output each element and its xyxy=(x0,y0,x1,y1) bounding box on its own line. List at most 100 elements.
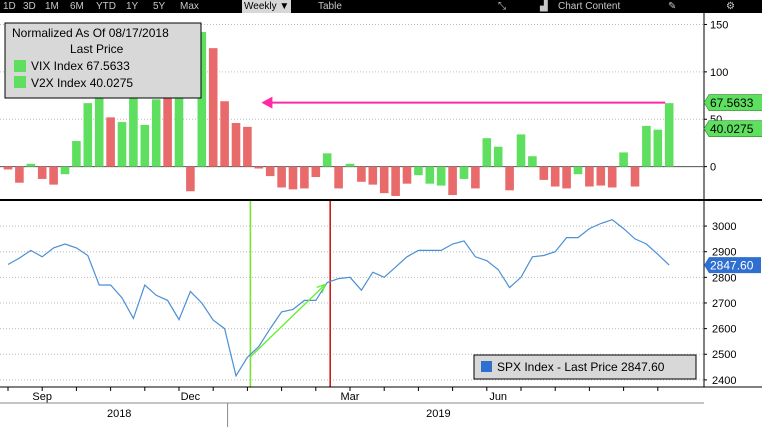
volatility-bar xyxy=(505,166,514,191)
volatility-bar xyxy=(642,125,651,167)
volatility-bar xyxy=(334,166,343,189)
volatility-bar xyxy=(106,117,115,167)
range-6m-button[interactable]: 6M xyxy=(70,0,84,13)
volatility-bar xyxy=(231,123,241,167)
x-month-label: Sep xyxy=(32,391,52,403)
edit-icon[interactable]: ✎ xyxy=(668,0,676,13)
x-year-label: 2018 xyxy=(107,408,131,420)
volatility-bar xyxy=(26,163,36,167)
x-year-label: 2019 xyxy=(426,408,450,420)
volatility-bar xyxy=(425,166,435,184)
volatility-bar xyxy=(653,129,663,167)
volatility-panel: 05010015067.563340.0275Normalized As Of … xyxy=(0,13,762,201)
volatility-bar xyxy=(459,166,469,179)
volatility-bar xyxy=(596,166,606,186)
volatility-bar xyxy=(482,138,492,167)
volatility-bar xyxy=(402,166,412,184)
top-y-tick-label: 150 xyxy=(710,19,728,31)
volatility-bar xyxy=(186,166,195,192)
spx-legend-text: SPX Index - Last Price 2847.60 xyxy=(497,360,665,374)
bottom-y-tick-label: 2800 xyxy=(712,272,736,284)
volatility-bar xyxy=(277,166,286,188)
spx-last-label-text: 2847.60 xyxy=(710,259,754,273)
volatility-bar xyxy=(664,103,674,167)
legend-title: Normalized As Of 08/17/2018 xyxy=(12,26,169,40)
volatility-bar xyxy=(151,99,161,167)
bottom-y-tick-label: 2400 xyxy=(712,375,736,387)
volatility-bar xyxy=(357,166,366,182)
chart-canvas: 05010015067.563340.0275Normalized As Of … xyxy=(0,13,762,427)
volatility-bar xyxy=(391,166,400,196)
top-y-tick-label: 100 xyxy=(710,67,728,79)
x-month-label: Jun xyxy=(489,391,507,403)
volatility-bar xyxy=(288,166,298,190)
volatility-bar xyxy=(619,152,628,167)
volatility-bar xyxy=(630,166,640,187)
bottom-y-tick-label: 3000 xyxy=(712,221,736,233)
range-max-button[interactable]: Max xyxy=(180,0,199,13)
volatility-bar xyxy=(243,126,252,167)
volatility-bar xyxy=(72,141,81,167)
volatility-bar xyxy=(60,166,70,175)
volatility-bar xyxy=(220,101,229,167)
legend-swatch-vix xyxy=(14,60,26,72)
legend-v2x: V2X Index 40.0275 xyxy=(31,76,133,90)
volatility-bar xyxy=(311,166,321,178)
volatility-bar xyxy=(83,103,93,167)
volatility-bar xyxy=(345,163,355,167)
volatility-bar xyxy=(493,146,503,167)
volatility-bar xyxy=(15,166,24,183)
value-label-text: 67.5633 xyxy=(710,96,754,110)
value-label-text: 40.0275 xyxy=(710,122,754,136)
volatility-bar xyxy=(300,166,309,189)
volatility-bar xyxy=(37,166,47,179)
range-1d-button[interactable]: 1D xyxy=(3,0,16,13)
volatility-bar xyxy=(562,166,571,189)
legend-swatch-v2x xyxy=(14,76,26,88)
volatility-bar xyxy=(573,166,583,175)
gear-icon[interactable]: ⚙ xyxy=(726,0,735,13)
volatility-bar xyxy=(436,166,446,186)
volatility-bar xyxy=(265,166,275,177)
volatility-bar xyxy=(49,166,58,185)
volatility-bar xyxy=(117,122,127,167)
bottom-y-tick-label: 2500 xyxy=(712,349,736,361)
volatility-bar xyxy=(539,166,549,180)
x-axis: Sep Dec Mar Jun 2018 2019 xyxy=(0,386,762,427)
bottom-y-tick-label: 2700 xyxy=(712,298,736,310)
legend-subtitle: Last Price xyxy=(70,42,124,56)
volatility-bar xyxy=(528,156,537,167)
volatility-bar xyxy=(414,166,423,176)
range-3d-button[interactable]: 3D xyxy=(23,0,36,13)
expand-icon[interactable]: ⤡ xyxy=(498,0,506,13)
volatility-bar xyxy=(471,166,480,189)
range-5y-button[interactable]: 5Y xyxy=(153,0,165,13)
volatility-bar xyxy=(322,153,332,167)
bottom-y-tick-label: 2900 xyxy=(712,247,736,259)
bloomberg-chart-window: 1D 3D 1M 6M YTD 1Y 5Y Max Weekly ▼ Table… xyxy=(0,0,762,427)
volatility-bar xyxy=(448,166,457,196)
spx-panel: 2400 2500 2600 2700 2800 2900 3000 2847.60 SPX I… xyxy=(0,201,762,387)
range-1y-button[interactable]: 1Y xyxy=(126,0,138,13)
volatility-bar xyxy=(368,166,378,185)
top-y-tick-label: 0 xyxy=(710,162,716,174)
volatility-bar xyxy=(585,166,594,187)
chart-content-button[interactable]: Chart Content xyxy=(558,0,620,13)
chart-icon: ▟ xyxy=(540,1,548,12)
toolbar: 1D 3D 1M 6M YTD 1Y 5Y Max Weekly ▼ Table… xyxy=(0,0,762,13)
volatility-bar xyxy=(379,166,389,194)
frequency-dropdown[interactable]: Weekly ▼ xyxy=(242,0,292,13)
panel-divider xyxy=(0,199,762,201)
volatility-bar xyxy=(129,98,138,167)
range-1m-button[interactable]: 1M xyxy=(45,0,59,13)
x-month-label: Dec xyxy=(181,391,201,403)
x-axis-bg xyxy=(0,387,762,427)
table-button[interactable]: Table xyxy=(318,0,342,13)
volatility-bar xyxy=(3,166,13,170)
volatility-bar xyxy=(254,166,264,169)
volatility-bar xyxy=(607,166,617,188)
x-month-label: Mar xyxy=(341,391,360,403)
bottom-y-tick-label: 2600 xyxy=(712,324,736,336)
range-ytd-button[interactable]: YTD xyxy=(96,0,116,13)
volatility-bar xyxy=(550,166,560,187)
